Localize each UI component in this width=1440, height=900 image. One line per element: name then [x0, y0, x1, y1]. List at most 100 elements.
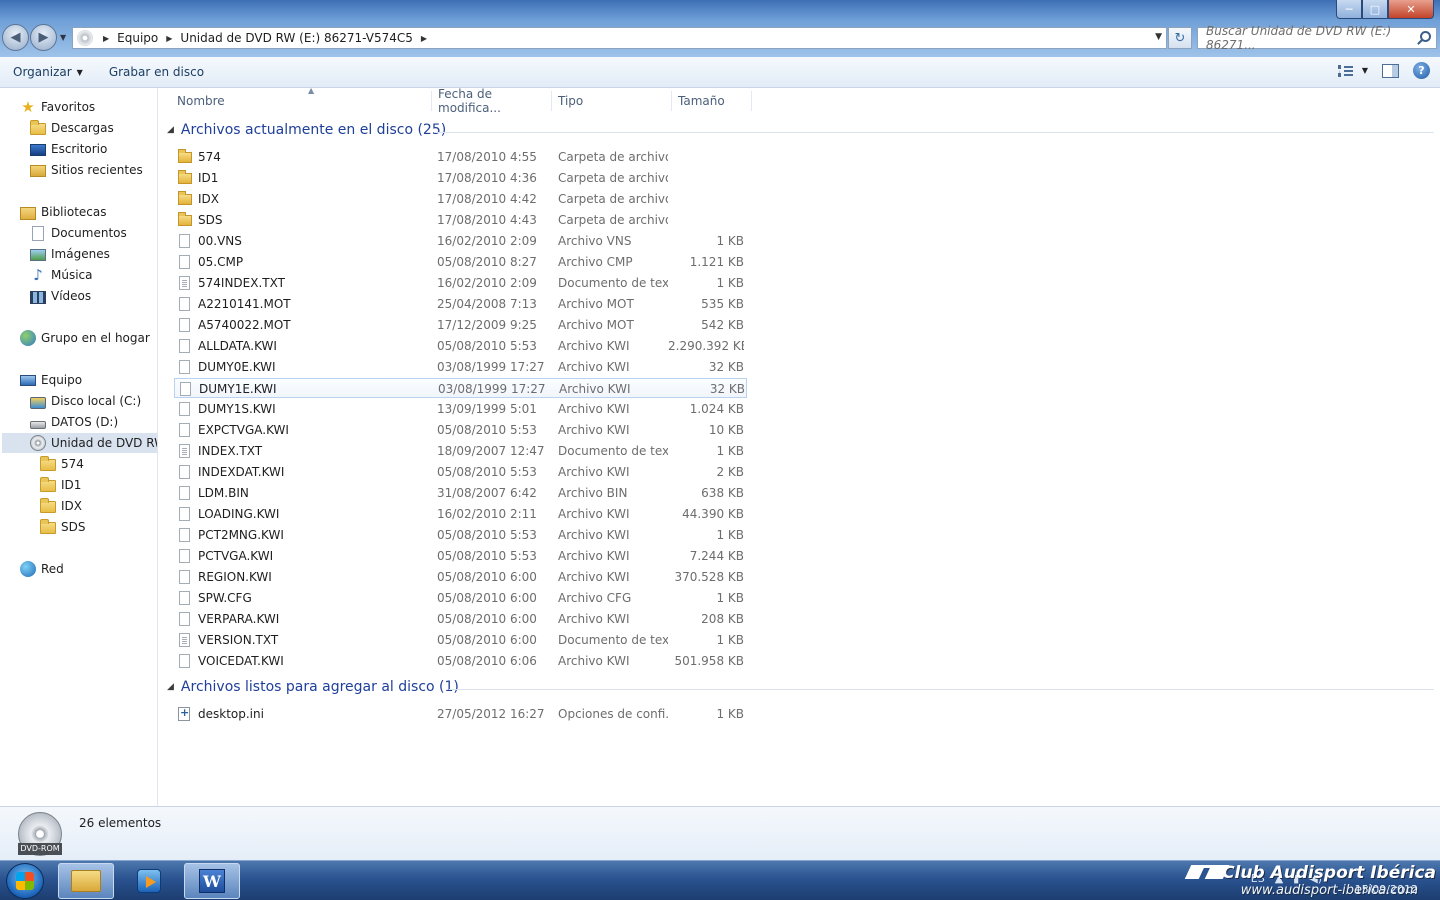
file-row[interactable]: VERSION.TXT 05/08/2010 6:00 Documento de t… [174, 630, 747, 650]
nav-documentos[interactable]: Documentos [30, 223, 127, 243]
start-button[interactable] [6, 863, 44, 899]
nav-musica[interactable]: ♪ Música [30, 265, 92, 285]
nav-bibliotecas[interactable]: Bibliotecas [20, 202, 106, 222]
folder-icon [40, 477, 56, 492]
breadcrumb-equipo[interactable]: Equipo [111, 31, 164, 45]
file-row[interactable]: 574 17/08/2010 4:55 Carpeta de archivos [174, 147, 747, 167]
nav-imagenes[interactable]: Imágenes [30, 244, 110, 264]
taskbar-word[interactable]: W [184, 863, 240, 899]
chevron-right-icon[interactable]: ▶ [419, 34, 429, 43]
file-date: 16/02/2010 2:11 [437, 507, 537, 521]
refresh-button[interactable]: ↻ [1168, 27, 1192, 49]
file-row[interactable]: EXPCTVGA.KWI 05/08/2010 5:53 Archivo KWI 10… [174, 420, 747, 440]
nav-unidad-dvd[interactable]: Unidad de DVD RW ( [2, 433, 157, 453]
downloads-folder-icon [30, 120, 46, 135]
chevron-right-icon[interactable]: ▶ [101, 34, 111, 43]
nav-equipo[interactable]: Equipo [20, 370, 82, 390]
file-row[interactable]: VERPARA.KWI 05/08/2010 6:00 Archivo KWI 208… [174, 609, 747, 629]
file-row[interactable]: A2210141.MOT 25/04/2008 7:13 Archivo MOT 53… [174, 294, 747, 314]
address-bar[interactable]: ▶ Equipo ▶ Unidad de DVD RW (E:) 86271-V… [72, 27, 1167, 49]
forward-button[interactable]: ▶ [30, 24, 57, 51]
file-row[interactable]: ALLDATA.KWI 05/08/2010 5:53 Archivo KWI 2.2… [174, 336, 747, 356]
search-input[interactable]: Buscar Unidad de DVD RW (E:) 86271... [1197, 24, 1437, 52]
file-row[interactable]: REGION.KWI 05/08/2010 6:00 Archivo KWI 370.… [174, 567, 747, 587]
column-header-name[interactable]: Nombre ▲ [171, 86, 432, 111]
column-header-size[interactable]: Tamaño [672, 91, 752, 111]
file-type: Archivo KWI [558, 654, 630, 668]
file-row[interactable]: VOICEDAT.KWI 05/08/2010 6:06 Archivo KWI 50… [174, 651, 747, 671]
file-type: Archivo KWI [559, 382, 631, 396]
nav-escritorio-label: Escritorio [51, 142, 108, 156]
file-row[interactable]: SPW.CFG 05/08/2010 6:00 Archivo CFG 1 KB [174, 588, 747, 608]
minimize-button[interactable]: ─ [1336, 0, 1362, 19]
file-row[interactable]: DUMY1E.KWI 03/08/1999 17:27 Archivo KWI 32 … [174, 378, 747, 398]
group-header-ready[interactable]: ◢ Archivos listos para agregar al disco … [167, 679, 459, 695]
recent-pages-dropdown[interactable]: ▼ [60, 33, 66, 42]
file-row[interactable]: IDX 17/08/2010 4:42 Carpeta de archivos [174, 189, 747, 209]
nav-folder-idx[interactable]: IDX [40, 496, 82, 516]
nav-folder-id1[interactable]: ID1 [40, 475, 81, 495]
file-row[interactable]: ID1 17/08/2010 4:36 Carpeta de archivos [174, 168, 747, 188]
arrow-left-icon: ◀ [10, 30, 21, 45]
preview-pane-icon[interactable] [1382, 63, 1399, 78]
help-icon[interactable]: ? [1413, 62, 1430, 79]
clock-date[interactable]: 15/09/2012 [1355, 883, 1418, 896]
file-row[interactable]: 05.CMP 05/08/2010 8:27 Archivo CMP 1.121 KB [174, 252, 747, 272]
documents-icon [32, 225, 44, 241]
nav-red[interactable]: Red [20, 559, 64, 579]
burn-disc-label: Grabar en disco [108, 65, 205, 79]
file-row[interactable]: 00.VNS 16/02/2010 2:09 Archivo VNS 1 KB [174, 231, 747, 251]
file-name: VOICEDAT.KWI [198, 654, 284, 668]
file-row[interactable]: LOADING.KWI 16/02/2010 2:11 Archivo KWI 44.… [174, 504, 747, 524]
file-name: EXPCTVGA.KWI [198, 423, 289, 437]
taskbar-explorer[interactable] [58, 863, 114, 899]
nav-datos-d[interactable]: DATOS (D:) [30, 412, 118, 432]
back-button[interactable]: ◀ [2, 24, 29, 51]
nav-folder-sds[interactable]: SDS [40, 517, 85, 537]
chevron-right-icon[interactable]: ▶ [164, 34, 174, 43]
file-name: REGION.KWI [198, 570, 272, 584]
file-type: Archivo CMP [558, 255, 633, 269]
maximize-button[interactable]: □ [1362, 0, 1388, 19]
file-row[interactable]: INDEXDAT.KWI 05/08/2010 5:53 Archivo KWI 2 … [174, 462, 747, 482]
file-row[interactable]: INDEX.TXT 18/09/2007 12:47 Documento de te… [174, 441, 747, 461]
file-row[interactable]: SDS 17/08/2010 4:43 Carpeta de archivos [174, 210, 747, 230]
nav-grupo-hogar[interactable]: Grupo en el hogar [20, 328, 150, 348]
file-row[interactable]: 574INDEX.TXT 16/02/2010 2:09 Documento de … [174, 273, 747, 293]
close-button[interactable]: ✕ [1388, 0, 1434, 19]
file-type: Archivo VNS [558, 234, 632, 248]
file-row[interactable]: A5740022.MOT 17/12/2009 9:25 Archivo MOT 54… [174, 315, 747, 335]
nav-folder-574[interactable]: 574 [40, 454, 84, 474]
address-dropdown-icon[interactable]: ▼ [1155, 32, 1162, 42]
file-type: Archivo KWI [558, 423, 630, 437]
file-row[interactable]: DUMY1S.KWI 13/09/1999 5:01 Archivo KWI 1.02… [174, 399, 747, 419]
breadcrumb-dvd-drive[interactable]: Unidad de DVD RW (E:) 86271-V574C5 [174, 31, 419, 45]
column-header-date[interactable]: Fecha de modifica... [432, 87, 552, 115]
organize-button[interactable]: Organizar ▼ [0, 57, 96, 87]
windows-logo-icon [16, 872, 34, 890]
file-row[interactable]: PCTVGA.KWI 05/08/2010 5:53 Archivo KWI 7.24… [174, 546, 747, 566]
file-size: 1 KB [716, 591, 744, 605]
details-pane: DVD-ROM 26 elementos [0, 806, 1440, 860]
file-row[interactable]: LDM.BIN 31/08/2007 6:42 Archivo BIN 638 KB [174, 483, 747, 503]
burn-disc-button[interactable]: Grabar en disco [96, 57, 217, 87]
collapse-icon[interactable]: ◢ [167, 125, 174, 135]
nav-descargas[interactable]: Descargas [30, 118, 114, 138]
nav-disco-c[interactable]: Disco local (C:) [30, 391, 141, 411]
file-row[interactable]: DUMY0E.KWI 03/08/1999 17:27 Archivo KWI 32 … [174, 357, 747, 377]
nav-videos[interactable]: Vídeos [30, 286, 91, 306]
column-header-type[interactable]: Tipo [552, 91, 672, 111]
change-view-icon[interactable] [1337, 64, 1354, 77]
taskbar-media-player[interactable] [121, 863, 177, 899]
view-options-dropdown[interactable]: ▼ [1362, 66, 1368, 75]
file-row[interactable]: desktop.ini 27/05/2012 16:27 Opciones de c… [174, 704, 747, 724]
group-header-on-disc[interactable]: ◢ Archivos actualmente en el disco (25) [167, 122, 446, 138]
file-name: A2210141.MOT [198, 297, 291, 311]
nav-sitios-recientes[interactable]: Sitios recientes [30, 160, 143, 180]
search-icon[interactable] [1420, 31, 1431, 42]
nav-favoritos[interactable]: ★ Favoritos [20, 97, 95, 117]
collapse-icon[interactable]: ◢ [167, 682, 174, 692]
nav-escritorio[interactable]: Escritorio [30, 139, 107, 159]
file-row[interactable]: PCT2MNG.KWI 05/08/2010 5:53 Archivo KWI 1 K… [174, 525, 747, 545]
file-icon [179, 234, 190, 248]
